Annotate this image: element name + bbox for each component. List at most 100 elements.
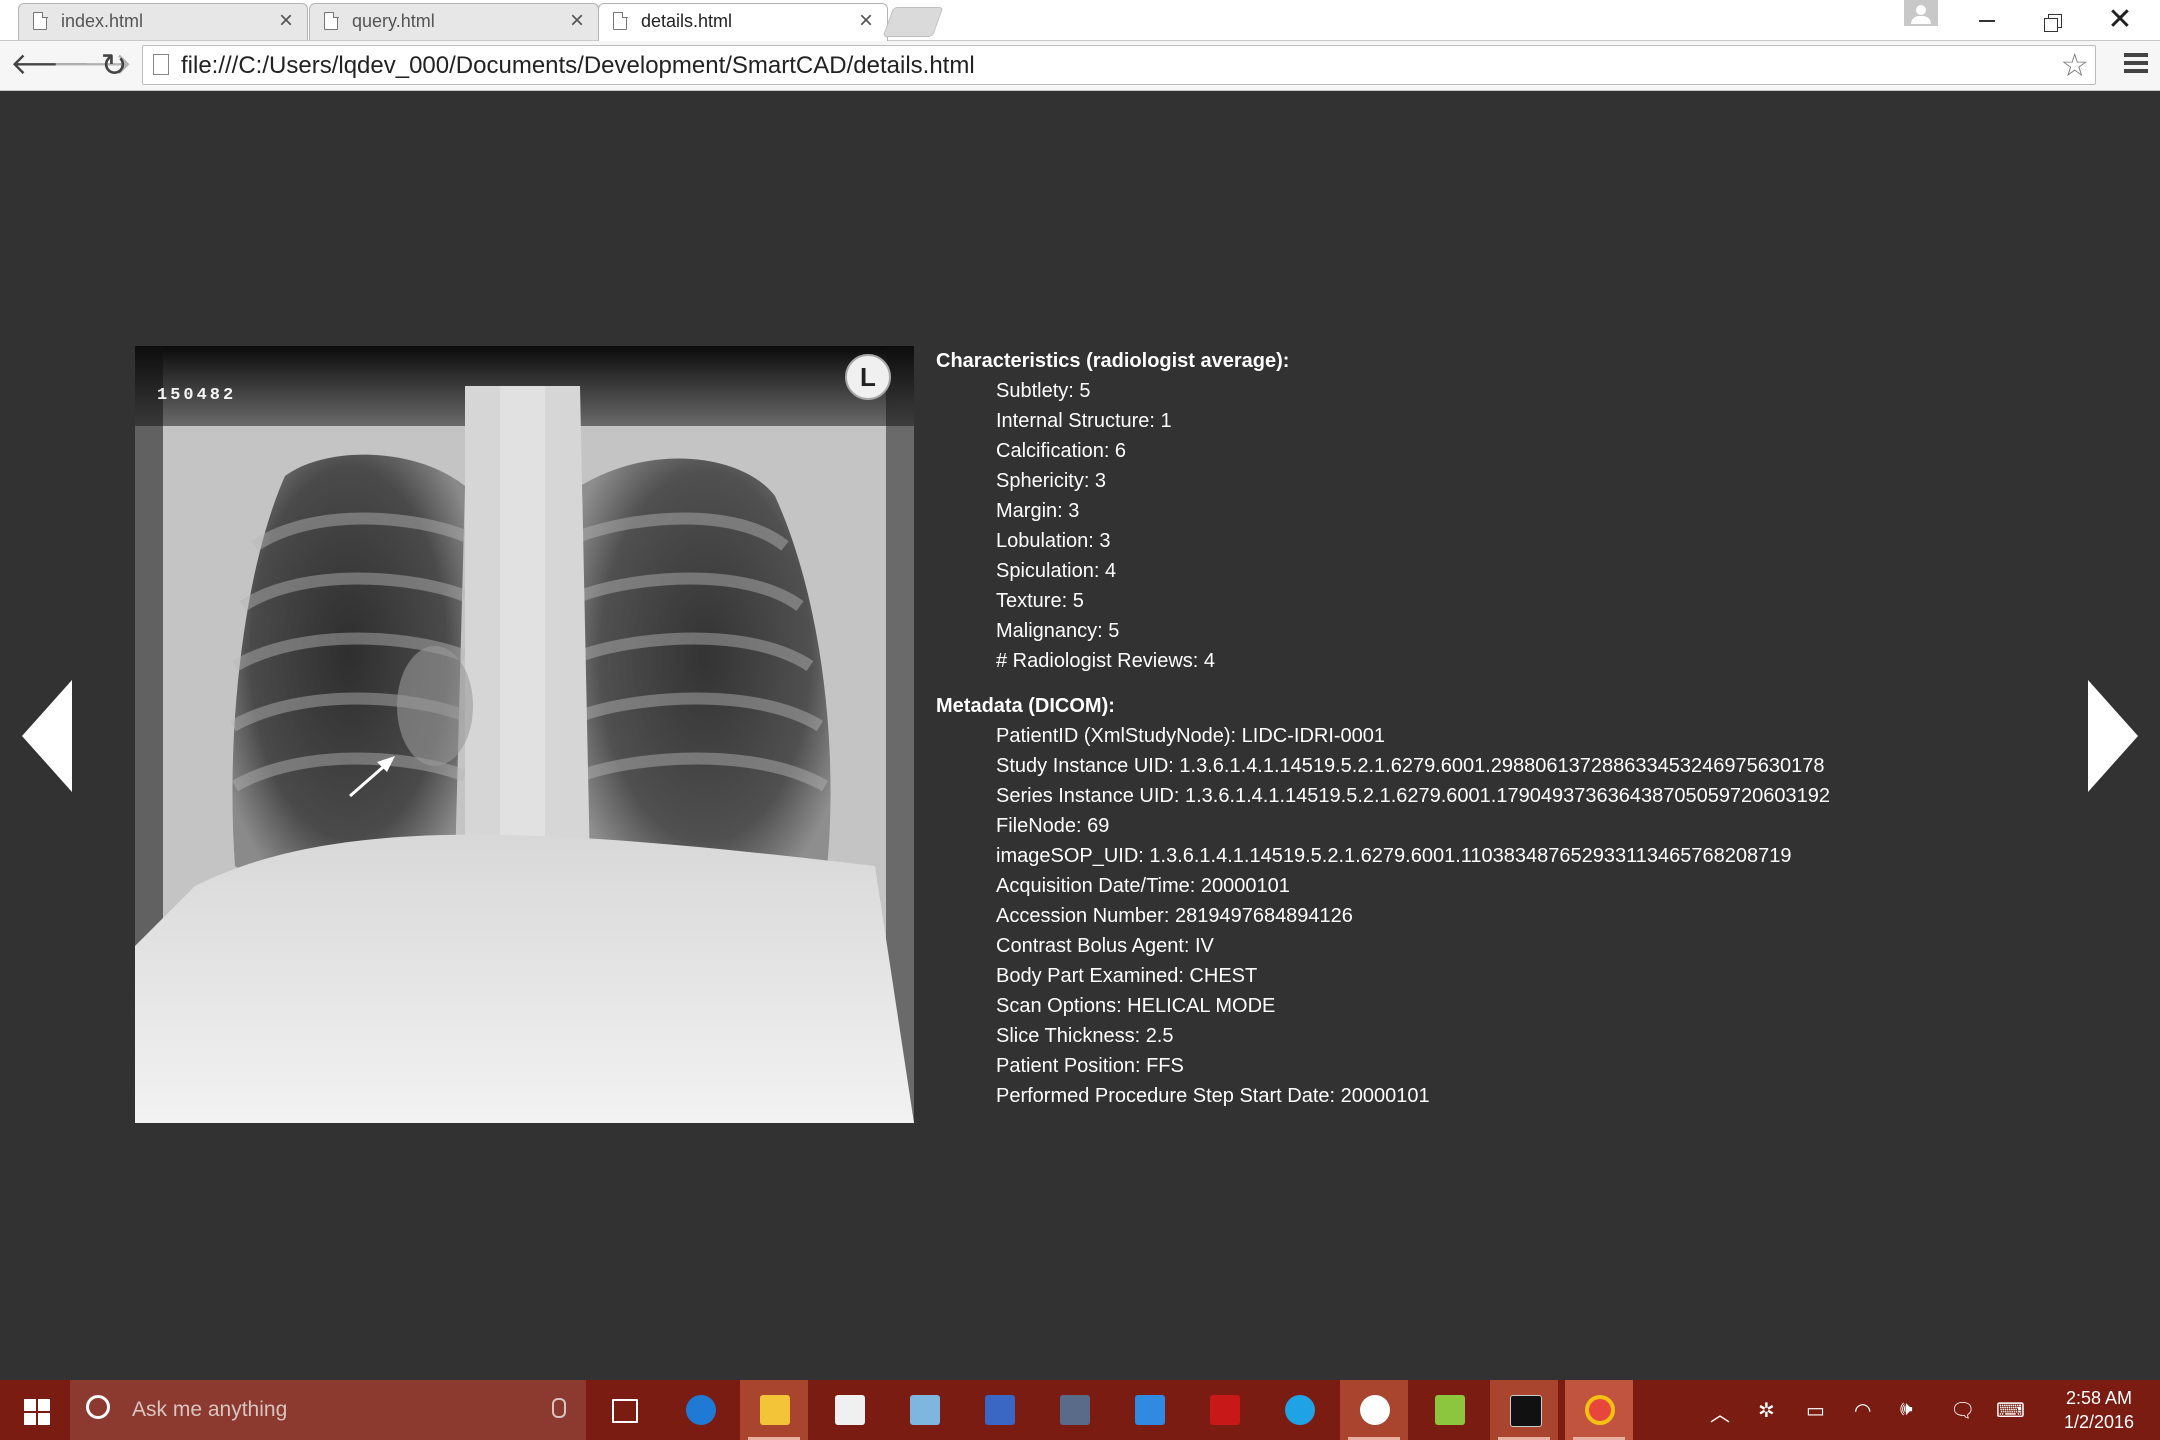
- metadata-item: Contrast Bolus Agent: IV: [996, 935, 1214, 957]
- reload-button[interactable]: ↻: [96, 47, 132, 83]
- metadata-item: PatientID (XmlStudyNode): LIDC-IDRI-0001: [996, 725, 1386, 747]
- characteristics-title: Characteristics (radiologist average):: [936, 350, 1290, 372]
- clock-time: 2:58 AM: [2065, 1388, 2133, 1408]
- metadata-item: Study Instance UID: 1.3.6.1.4.1.14519.5.…: [996, 755, 1825, 777]
- tab-index[interactable]: index.html ×: [18, 3, 308, 40]
- cortana-icon: [86, 1395, 110, 1419]
- start-button[interactable]: [0, 1380, 70, 1440]
- taskbar-skype[interactable]: [1265, 1380, 1333, 1440]
- wifi-icon[interactable]: ◠: [1854, 1398, 1871, 1423]
- taskbar-notepad-app[interactable]: [1415, 1380, 1483, 1440]
- show-hidden-icons-icon[interactable]: ︿: [1710, 1398, 1730, 1427]
- taskbar-file-explorer[interactable]: [740, 1380, 808, 1440]
- file-app-icon: [1060, 1395, 1090, 1425]
- taskbar-visual-studio[interactable]: [1115, 1380, 1183, 1440]
- characteristic-item: Margin: 3: [996, 500, 1080, 522]
- taskbar-slack[interactable]: [1340, 1380, 1408, 1440]
- taskbar-command-prompt[interactable]: [1490, 1380, 1558, 1440]
- page-icon: [613, 11, 628, 30]
- menu-icon[interactable]: [2124, 53, 2148, 77]
- clock[interactable]: 2:58 AM 1/2/2016: [2044, 1386, 2154, 1434]
- filezilla-icon: [1210, 1395, 1240, 1425]
- url-text[interactable]: file:///C:/Users/lqdev_000/Documents/Dev…: [181, 52, 975, 80]
- visual-studio-icon: [1135, 1395, 1165, 1425]
- previous-arrow-button[interactable]: [22, 680, 72, 792]
- minimize-button[interactable]: [1952, 2, 2016, 38]
- metadata-item: Accession Number: 2819497684894126: [996, 905, 1353, 927]
- photos-icon: [910, 1395, 940, 1425]
- profile-icon[interactable]: [1904, 0, 1938, 26]
- metadata-title: Metadata (DICOM):: [936, 695, 1115, 717]
- tab-strip: index.html × query.html × details.html ×…: [0, 0, 2160, 41]
- taskbar-filezilla[interactable]: [1190, 1380, 1258, 1440]
- characteristic-item: Malignancy: 5: [996, 620, 1120, 642]
- tab-title: query.html: [352, 11, 435, 31]
- tab-query[interactable]: query.html ×: [309, 3, 599, 40]
- restore-button[interactable]: [2020, 2, 2084, 38]
- characteristic-item: Calcification: 6: [996, 440, 1127, 462]
- browser-toolbar: 🡐 🡒 ↻ file:///C:/Users/lqdev_000/Documen…: [0, 41, 2160, 91]
- chest-xray-image: 150482 L: [135, 346, 914, 1123]
- characteristic-item: Spiculation: 4: [996, 560, 1117, 582]
- taskbar-file-app[interactable]: [1040, 1380, 1108, 1440]
- notepad-app-icon: [1435, 1395, 1465, 1425]
- metadata-item: Body Part Examined: CHEST: [996, 965, 1258, 987]
- command-prompt-icon: [1510, 1395, 1542, 1427]
- taskbar-chrome[interactable]: [1565, 1380, 1633, 1440]
- battery-icon[interactable]: ▭: [1806, 1398, 1825, 1423]
- characteristic-item: Sphericity: 3: [996, 470, 1107, 492]
- metadata-item: imageSOP_UID: 1.3.6.1.4.1.14519.5.2.1.62…: [996, 845, 1792, 867]
- store-icon: [835, 1395, 865, 1425]
- address-bar[interactable]: file:///C:/Users/lqdev_000/Documents/Dev…: [142, 45, 2096, 85]
- volume-icon[interactable]: 🕪: [1900, 1398, 1913, 1421]
- taskbar-store[interactable]: [815, 1380, 883, 1440]
- close-icon[interactable]: ×: [279, 7, 293, 35]
- clock-date: 1/2/2016: [2063, 1412, 2135, 1432]
- metadata-list: PatientID (XmlStudyNode): LIDC-IDRI-0001…: [936, 721, 1830, 1111]
- metadata-item: Performed Procedure Step Start Date: 200…: [996, 1085, 1430, 1107]
- bookmark-star-icon[interactable]: ☆: [2060, 46, 2089, 84]
- metadata-item: Series Instance UID: 1.3.6.1.4.1.14519.5…: [996, 785, 1831, 807]
- taskbar-network-app[interactable]: [965, 1380, 1033, 1440]
- edge-icon: [686, 1395, 716, 1425]
- settings-tray-icon[interactable]: ✲: [1758, 1398, 1775, 1423]
- slack-icon: [1360, 1395, 1390, 1425]
- taskbar-photos[interactable]: [890, 1380, 958, 1440]
- network-app-icon: [985, 1395, 1015, 1425]
- next-arrow-button[interactable]: [2088, 680, 2138, 792]
- page-icon: [33, 11, 48, 30]
- tab-details[interactable]: details.html ×: [598, 3, 888, 41]
- forward-button[interactable]: 🡒: [52, 47, 132, 83]
- characteristic-item: Texture: 5: [996, 590, 1084, 612]
- tab-title: index.html: [61, 11, 144, 31]
- taskbar-edge[interactable]: [666, 1380, 734, 1440]
- microphone-icon[interactable]: [552, 1398, 566, 1418]
- film-number-label: 150482: [157, 386, 237, 405]
- details-panel: Characteristics (radiologist average): S…: [936, 346, 1830, 1111]
- close-icon[interactable]: ×: [570, 7, 584, 35]
- new-tab-button[interactable]: [882, 7, 944, 37]
- cortana-search-box[interactable]: Ask me anything: [70, 1380, 586, 1440]
- keyboard-icon[interactable]: ⌨: [1996, 1398, 2025, 1423]
- page-icon: [153, 54, 169, 75]
- task-view-icon: [612, 1399, 638, 1423]
- characteristic-item: # Radiologist Reviews: 4: [996, 650, 1215, 672]
- metadata-item: Acquisition Date/Time: 20000101: [996, 875, 1290, 897]
- metadata-item: Slice Thickness: 2.5: [996, 1025, 1174, 1047]
- search-placeholder: Ask me anything: [132, 1398, 288, 1421]
- window-close-button[interactable]: ✕: [2088, 2, 2152, 38]
- close-icon[interactable]: ×: [859, 7, 873, 35]
- skype-icon: [1285, 1395, 1315, 1425]
- characteristic-item: Internal Structure: 1: [996, 410, 1172, 432]
- characteristic-item: Lobulation: 3: [996, 530, 1111, 552]
- back-button[interactable]: 🡐: [10, 47, 90, 83]
- metadata-item: FileNode: 69: [996, 815, 1110, 837]
- folder-icon: [760, 1395, 790, 1425]
- side-marker: L: [845, 354, 891, 400]
- metadata-item: Patient Position: FFS: [996, 1055, 1184, 1077]
- chrome-icon: [1585, 1395, 1615, 1425]
- action-center-icon[interactable]: 🗨: [1950, 1398, 1975, 1423]
- task-view-button[interactable]: [590, 1380, 658, 1440]
- characteristics-list: Subtlety: 5 Internal Structure: 1 Calcif…: [936, 376, 1830, 676]
- tab-title: details.html: [641, 11, 733, 31]
